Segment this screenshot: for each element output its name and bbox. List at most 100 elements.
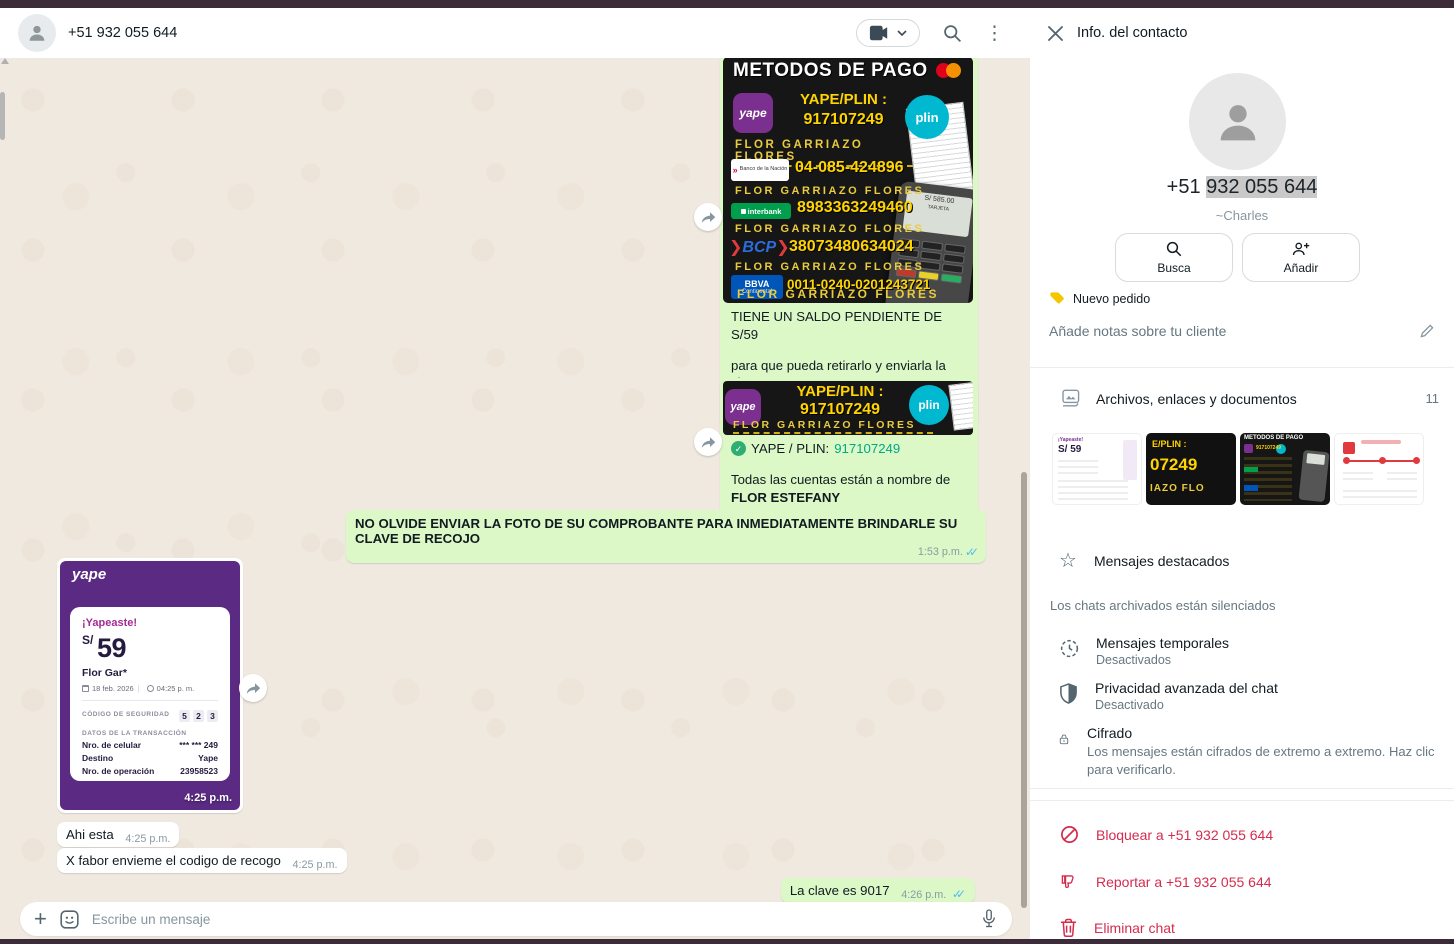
yape-plin-image[interactable]: yape YAPE/PLIN : 917107249 plin FLOR GAR…	[723, 381, 973, 435]
starred-messages-row[interactable]: ☆ Mensajes destacados	[1059, 551, 1439, 571]
media-thumbnail-tracking[interactable]	[1334, 433, 1424, 505]
chat-header: +51 932 055 644 ⋮	[0, 8, 1030, 58]
row-status: Los mensajes están cifrados de extremo a…	[1087, 743, 1439, 778]
shield-icon	[1059, 683, 1078, 704]
mic-icon[interactable]	[980, 908, 998, 930]
video-call-button[interactable]	[856, 19, 920, 47]
chat-conversation-area: S/ 585.00TARJETA METODOS DE PAGO yape YA…	[0, 58, 1030, 939]
account-holder: FLOR GARRIAZO FLORES	[735, 223, 924, 235]
message-time: 4:26 p.m.	[901, 889, 946, 901]
interbank-logo: interbank	[731, 203, 791, 219]
message-out-payment-image[interactable]: S/ 585.00TARJETA METODOS DE PAGO yape YA…	[720, 58, 978, 429]
panel-title: Info. del contacto	[1077, 25, 1187, 41]
yape-logo: yape	[72, 566, 106, 583]
bcp-logo: ❯BCP❯	[729, 237, 790, 257]
media-links-docs-row[interactable]: Archivos, enlaces y documentos 11	[1059, 389, 1439, 408]
add-contact-button[interactable]: Añadir	[1242, 233, 1360, 282]
plin-icon: plin	[905, 95, 949, 139]
message-in-receipt[interactable]: yape ¡Yapeaste! S/ 59 Flor Gar* 18 feb. …	[57, 558, 243, 813]
account-holder: FLOR GARRIAZO FLORES	[735, 185, 924, 197]
search-icon	[942, 23, 963, 44]
forward-message-button[interactable]	[694, 428, 722, 456]
block-icon	[1060, 825, 1079, 844]
message-out-text[interactable]: La clave es 9017 4:26 p.m. ✓✓	[781, 878, 975, 903]
paycard-title: METODOS DE PAGO	[733, 60, 928, 82]
payment-methods-image[interactable]: S/ 585.00TARJETA METODOS DE PAGO yape YA…	[723, 58, 973, 303]
forward-message-button[interactable]	[239, 674, 267, 702]
pencil-icon[interactable]	[1419, 323, 1435, 339]
chat-contact-name[interactable]: +51 932 055 644	[68, 25, 177, 41]
yape-app-icon: yape	[733, 93, 773, 133]
kebab-menu-icon: ⋮	[985, 24, 1004, 43]
account-holder: FLOR GARRIAZO FLORES	[735, 261, 924, 273]
media-count: 11	[1426, 391, 1440, 406]
caption-line: Todas las cuentas están a nombre de	[731, 471, 967, 489]
message-in-text[interactable]: X fabor envieme el codigo de recogo 4:25…	[57, 848, 347, 873]
person-add-icon	[1291, 240, 1311, 258]
security-code-label: CÓDIGO DE SEGURIDAD	[82, 711, 170, 718]
chat-scrollbar[interactable]	[1021, 472, 1027, 908]
message-in-text[interactable]: Ahi esta 4:25 p.m.	[57, 822, 179, 847]
row-title: Privacidad avanzada del chat	[1095, 680, 1278, 696]
message-time: 4:25 p.m.	[292, 859, 337, 871]
media-icon	[1059, 389, 1080, 408]
paycard-yape-plin-heading: YAPE/PLIN :	[775, 383, 905, 400]
search-contact-button[interactable]: Busca	[1115, 233, 1233, 282]
block-contact-row[interactable]: Bloquear a +51 932 055 644	[1060, 825, 1273, 844]
message-time: 1:53 p.m.	[918, 546, 963, 558]
trash-icon	[1060, 918, 1077, 937]
bcp-account: 38073480634024	[789, 238, 914, 256]
encryption-row[interactable]: Cifrado Los mensajes están cifrados de e…	[1059, 725, 1439, 778]
yape-receipt-image[interactable]: yape ¡Yapeaste! S/ 59 Flor Gar* 18 feb. …	[60, 561, 240, 810]
contact-phone[interactable]: +51 932 055 644	[1030, 176, 1454, 199]
message-text: La clave es 9017	[790, 883, 890, 898]
chat-avatar[interactable]	[18, 14, 56, 52]
report-contact-row[interactable]: Reportar a +51 932 055 644	[1060, 872, 1272, 891]
disappearing-messages-row[interactable]: Mensajes temporales Desactivados	[1059, 635, 1439, 667]
forward-icon	[246, 682, 261, 695]
paycard-yape-plin-number: 917107249	[781, 111, 906, 129]
message-out-reminder[interactable]: NO OLVIDE ENVIAR LA FOTO DE SU COMPROBAN…	[346, 510, 986, 563]
label-badge-row[interactable]: Nuevo pedido	[1049, 291, 1150, 306]
contact-info-panel: Info. del contacto +51 932 055 644 ~Char…	[1030, 8, 1454, 939]
scroll-up-arrow[interactable]	[1, 58, 9, 64]
receipt-payee: Flor Gar*	[82, 667, 218, 679]
media-thumbnail-yape-plin[interactable]: E/PLIN : 07249 IAZO FLO	[1146, 433, 1236, 505]
row-title: Archivos, enlaces y documentos	[1096, 391, 1297, 407]
account-holder: FLOR GARRIAZO FLORES	[733, 419, 933, 434]
clock-timer-icon	[1059, 638, 1080, 659]
bn-account: 04-085-424896	[795, 159, 904, 177]
forward-message-button[interactable]	[694, 203, 722, 231]
mastercard-icon	[946, 63, 961, 78]
advanced-privacy-row[interactable]: Privacidad avanzada del chat Desactivado	[1059, 680, 1439, 712]
media-thumbnail-metodos[interactable]: METODOS DE PAGO 917107249	[1240, 433, 1330, 505]
button-label: Busca	[1157, 261, 1190, 275]
chat-header-actions: ⋮	[856, 19, 1004, 47]
paycard-yape-plin-heading: YAPE/PLIN :	[781, 91, 906, 108]
interbank-account: 8983363249460	[797, 199, 913, 217]
search-icon	[1165, 240, 1183, 258]
person-icon	[1212, 96, 1264, 148]
media-thumbnail-receipt[interactable]: ¡Yapeaste! S/ 59	[1052, 433, 1142, 505]
row-status: Desactivados	[1096, 653, 1229, 667]
phone-link[interactable]: 917107249	[834, 440, 900, 458]
banco-nacion-logo: » Banco de la Nación	[731, 159, 789, 181]
close-icon[interactable]	[1047, 25, 1064, 42]
sticker-icon[interactable]	[59, 909, 80, 930]
client-notes-field[interactable]: Añade notas sobre tu cliente	[1049, 323, 1435, 339]
left-scrollbar[interactable]	[0, 92, 5, 140]
image-timestamp: 4:25 p.m.	[184, 792, 232, 804]
search-in-chat-button[interactable]	[942, 23, 963, 44]
attach-plus-icon[interactable]: +	[34, 908, 47, 930]
delete-chat-row[interactable]: Eliminar chat	[1060, 918, 1175, 937]
archived-chats-note: Los chats archivados están silenciados	[1050, 598, 1275, 613]
panel-header: Info. del contacto	[1030, 8, 1454, 58]
contact-avatar[interactable]	[1189, 73, 1286, 170]
chat-menu-button[interactable]: ⋮	[985, 24, 1004, 43]
message-text: Ahi esta	[66, 827, 114, 842]
label-tag-icon	[1049, 291, 1065, 306]
message-input[interactable]	[90, 911, 980, 928]
row-status: Desactivado	[1095, 698, 1278, 712]
video-call-icon	[869, 25, 889, 41]
read-receipt-icon: ✓✓	[965, 545, 979, 559]
